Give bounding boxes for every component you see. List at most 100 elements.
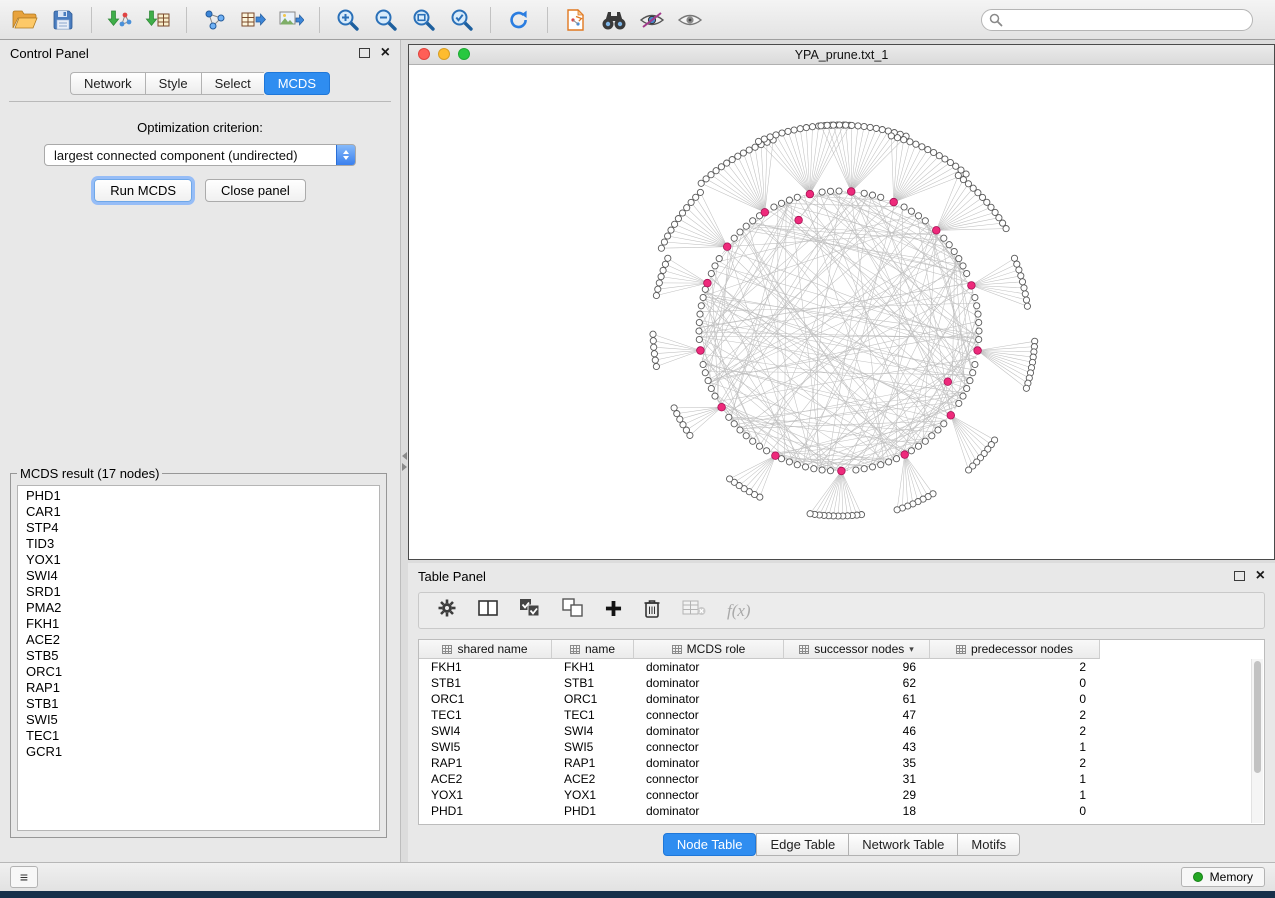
splitter-handle[interactable]	[401, 452, 408, 471]
zoom-in-button[interactable]	[332, 5, 364, 35]
table-row[interactable]: YOX1YOX1connector291	[419, 787, 1264, 803]
select-all-button[interactable]	[519, 598, 541, 623]
tab-edge-table[interactable]: Edge Table	[756, 833, 848, 856]
mcds-node-item[interactable]: TEC1	[18, 728, 379, 744]
refresh-icon	[507, 8, 531, 32]
column-header-MCDS-role[interactable]: MCDS role	[634, 640, 784, 659]
mcds-node-item[interactable]: SWI4	[18, 568, 379, 584]
mcds-node-item[interactable]: CAR1	[18, 504, 379, 520]
table-row[interactable]: RAP1RAP1dominator352	[419, 755, 1264, 771]
add-column-button[interactable]	[605, 600, 622, 622]
save-button[interactable]	[47, 5, 79, 35]
search-input[interactable]	[981, 9, 1253, 31]
column-header-predecessor-nodes[interactable]: predecessor nodes	[930, 640, 1100, 659]
status-bar: ≡ Memory	[0, 862, 1275, 891]
tab-network-table[interactable]: Network Table	[848, 833, 957, 856]
delete-column-button[interactable]	[643, 598, 661, 623]
mcds-result-group: MCDS result (17 nodes) PHD1CAR1STP4TID3Y…	[10, 466, 387, 838]
window-minimize-button[interactable]	[438, 48, 450, 60]
mcds-node-item[interactable]: FKH1	[18, 616, 379, 632]
float-panel-icon[interactable]	[359, 48, 370, 58]
table-row[interactable]: SWI4SWI4dominator462	[419, 723, 1264, 739]
criterion-select[interactable]: largest connected component (undirected)	[44, 144, 356, 166]
table-settings-button[interactable]	[437, 598, 457, 623]
close-panel-button[interactable]: Close panel	[205, 179, 306, 202]
tab-select[interactable]: Select	[201, 72, 264, 95]
table-row[interactable]: ACE2ACE2connector311	[419, 771, 1264, 787]
function-builder-button[interactable]: f(x)	[727, 601, 751, 621]
mcds-node-item[interactable]: PMA2	[18, 600, 379, 616]
toolbar-separator	[91, 7, 92, 33]
mcds-node-item[interactable]: STB1	[18, 696, 379, 712]
table-scrollbar[interactable]	[1251, 659, 1263, 823]
run-mcds-button[interactable]: Run MCDS	[94, 179, 192, 202]
scrollbar-thumb[interactable]	[1254, 661, 1261, 773]
table-row[interactable]: SWI5SWI5connector431	[419, 739, 1264, 755]
import-table-button[interactable]	[142, 5, 174, 35]
window-zoom-button[interactable]	[458, 48, 470, 60]
table-row[interactable]: FKH1FKH1dominator962	[419, 659, 1264, 675]
mcds-node-item[interactable]: YOX1	[18, 552, 379, 568]
zoom-out-button[interactable]	[370, 5, 402, 35]
table-cell: 2	[930, 660, 1100, 674]
tab-node-table[interactable]: Node Table	[663, 833, 757, 856]
tab-style[interactable]: Style	[145, 72, 201, 95]
open-folder-button[interactable]	[9, 5, 41, 35]
mcds-node-item[interactable]: SWI5	[18, 712, 379, 728]
column-header-shared-name[interactable]: shared name	[419, 640, 552, 659]
float-panel-icon[interactable]	[1234, 571, 1245, 581]
deselect-all-button[interactable]	[562, 598, 584, 623]
mcds-result-list[interactable]: PHD1CAR1STP4TID3YOX1SWI4SRD1PMA2FKH1ACE2…	[17, 485, 380, 831]
mcds-node-item[interactable]: RAP1	[18, 680, 379, 696]
mcds-node-item[interactable]: SRD1	[18, 584, 379, 600]
delete-table-button[interactable]	[682, 599, 706, 622]
table-cell: 18	[784, 804, 930, 818]
show-graphics-details-button[interactable]	[674, 5, 706, 35]
hide-graphics-details-button[interactable]	[636, 5, 668, 35]
column-header-successor-nodes[interactable]: successor nodes▾	[784, 640, 930, 659]
close-panel-icon[interactable]: ×	[1256, 570, 1265, 582]
mcds-node-item[interactable]: STP4	[18, 520, 379, 536]
window-close-button[interactable]	[418, 48, 430, 60]
table-row[interactable]: STB1STB1dominator620	[419, 675, 1264, 691]
memory-button[interactable]: Memory	[1181, 867, 1265, 887]
table-row[interactable]: ORC1ORC1dominator610	[419, 691, 1264, 707]
export-network-button[interactable]	[560, 5, 592, 35]
network-canvas[interactable]	[409, 65, 1274, 559]
import-network-button[interactable]	[104, 5, 136, 35]
refresh-button[interactable]	[503, 5, 535, 35]
tab-motifs[interactable]: Motifs	[957, 833, 1020, 856]
mcds-node-item[interactable]: ORC1	[18, 664, 379, 680]
toolbar-separator	[547, 7, 548, 33]
network-window-titlebar[interactable]: YPA_prune.txt_1	[409, 45, 1274, 65]
zoom-selected-button[interactable]	[446, 5, 478, 35]
tab-mcds[interactable]: MCDS	[264, 72, 330, 95]
close-panel-icon[interactable]: ×	[381, 47, 390, 59]
mcds-node-item[interactable]: GCR1	[18, 744, 379, 760]
table-row[interactable]: PHD1PHD1dominator180	[419, 803, 1264, 819]
mcds-node-item[interactable]: STB5	[18, 648, 379, 664]
mcds-node-item[interactable]: PHD1	[18, 488, 379, 504]
new-network-button[interactable]	[199, 5, 231, 35]
mcds-node-item[interactable]: TID3	[18, 536, 379, 552]
table-panel-title: Table Panel	[418, 569, 486, 584]
export-image-button[interactable]	[275, 5, 307, 35]
export-table-button[interactable]	[237, 5, 269, 35]
show-columns-button[interactable]	[478, 599, 498, 622]
table-cell: dominator	[634, 692, 784, 706]
table-body: FKH1FKH1dominator962STB1STB1dominator620…	[419, 659, 1264, 819]
table-panel: Table Panel × f(x) shared namenameMCDS	[408, 563, 1275, 862]
vertical-splitter[interactable]	[401, 40, 408, 862]
search-network-button[interactable]	[598, 5, 630, 35]
status-menu-button[interactable]: ≡	[10, 866, 38, 888]
table-cell: RAP1	[552, 756, 634, 770]
zoom-fit-button[interactable]	[408, 5, 440, 35]
column-header-name[interactable]: name	[552, 640, 634, 659]
table-cell: PHD1	[552, 804, 634, 818]
tab-network[interactable]: Network	[70, 72, 145, 95]
table-panel-tabs: Node TableEdge TableNetwork TableMotifs	[408, 833, 1275, 856]
table-row[interactable]: TEC1TEC1connector472	[419, 707, 1264, 723]
mcds-node-item[interactable]: ACE2	[18, 632, 379, 648]
table-cell: 0	[930, 804, 1100, 818]
optimization-criterion-label: Optimization criterion:	[0, 120, 400, 135]
